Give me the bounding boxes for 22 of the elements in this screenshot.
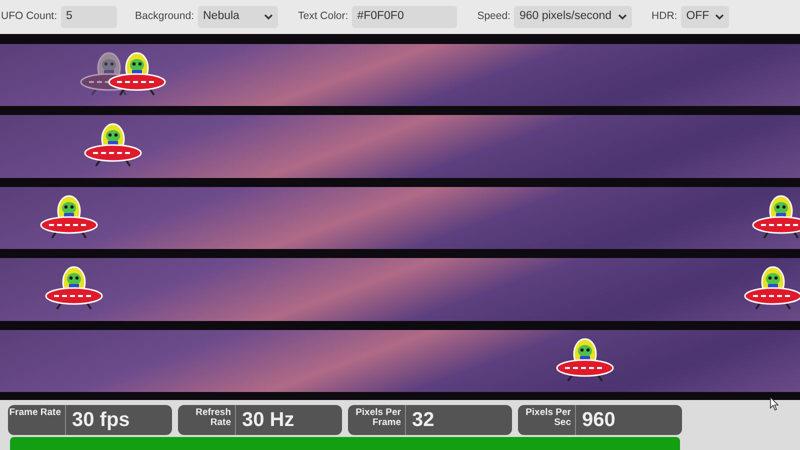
field-label: HDR: [652,9,678,24]
stat-label: Pixels Per Sec [518,405,576,435]
chevron-down-icon [264,14,273,20]
field-label: Text Color: [298,9,348,24]
mouse-pointer-icon [770,397,779,411]
input-field[interactable]: #F0F0F0 [352,6,458,28]
stat-value: 30 fps [71,408,130,433]
chevron-down-icon [715,14,724,20]
chevron-down-icon [618,14,627,20]
dropdown[interactable]: OFF [681,6,730,28]
field-label: Background: [135,9,194,24]
stat-label: Pixels Per Frame [348,405,406,435]
field-label: UFO Count: [1,9,58,24]
field-label: Speed: [477,9,510,24]
input-field[interactable]: 5 [61,6,118,28]
dropdown[interactable]: Nebula [198,6,278,28]
stat-label: Frame Rate [8,405,66,435]
stat-value: 32 [411,408,434,433]
dropdown[interactable]: 960 pixels/second [514,6,632,28]
stat-value: 960 [581,408,616,433]
stat-label: Refresh Rate [178,405,236,435]
stat-value: 30 Hz [241,408,294,433]
